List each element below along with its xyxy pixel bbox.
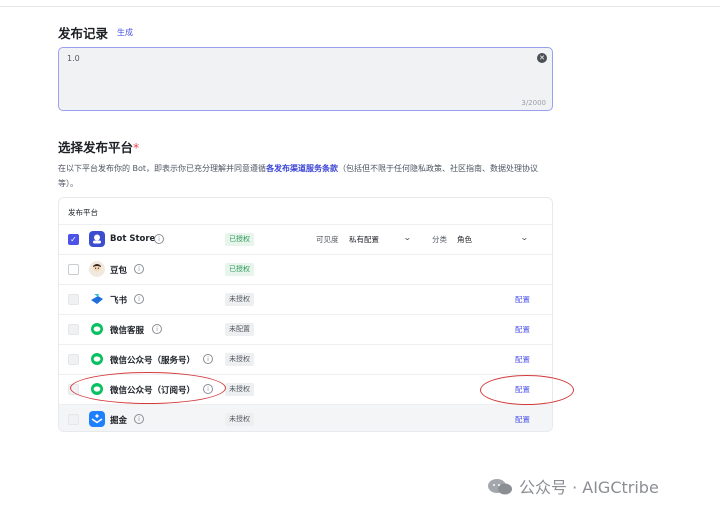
checkbox-feishu[interactable]: [68, 294, 79, 305]
platform-name: 微信公众号（订阅号）: [110, 386, 196, 396]
platform-name: 微信公众号（服务号）: [110, 356, 196, 366]
status-badge: 已授权: [225, 263, 254, 276]
category-label: 分类: [432, 235, 447, 244]
configure-link[interactable]: 配置: [515, 384, 530, 395]
checkbox-bot-store[interactable]: ✓: [68, 234, 79, 245]
platform-row-wechat-service: 微信客服 i 未配置 配置: [59, 314, 552, 344]
platform-name: 飞书: [110, 296, 128, 306]
release-notes-textarea[interactable]: 1.0 ✕ 3/2000: [58, 47, 553, 111]
status-badge: 已授权: [225, 233, 254, 246]
info-icon[interactable]: i: [154, 234, 164, 244]
select-platform-title: 选择发布平台*: [58, 137, 139, 156]
char-counter: 3/2000: [521, 99, 546, 107]
clear-icon[interactable]: ✕: [537, 53, 547, 63]
watermark-text: 公众号 · AIGCtribe: [519, 478, 659, 497]
release-notes-value: 1.0: [67, 54, 80, 63]
column-header-platform: 发布平台: [68, 208, 98, 217]
visibility-label: 可见度: [316, 235, 339, 244]
terms-description: 在以下平台发布你的 Bot，即表示你已充分理解并同意遵循各发布渠道服务条款（包括…: [58, 161, 558, 191]
checkbox-juejin[interactable]: [68, 414, 79, 425]
juejin-logo-icon: [89, 411, 105, 427]
platform-name: 豆包: [110, 266, 128, 276]
status-badge: 未授权: [225, 413, 254, 426]
configure-link[interactable]: 配置: [515, 354, 530, 365]
checkbox-wechat-oa-service[interactable]: [68, 354, 79, 365]
platform-row-wechat-oa-subscription: 微信公众号（订阅号） i 未授权 配置: [59, 374, 552, 404]
platform-name: 掘金: [110, 416, 128, 426]
terms-link[interactable]: 各发布渠道服务条款: [266, 164, 338, 173]
status-badge: 未授权: [225, 293, 254, 306]
watermark: 公众号 · AIGCtribe: [487, 474, 659, 498]
bot-store-logo-icon: [89, 231, 105, 247]
chevron-down-icon[interactable]: ⌄: [520, 233, 529, 242]
terms-text-pre: 在以下平台发布你的 Bot，即表示你已充分理解并同意遵循: [58, 164, 267, 173]
configure-link[interactable]: 配置: [515, 324, 530, 335]
wechat-logo-icon: [89, 381, 105, 397]
info-icon[interactable]: i: [203, 354, 213, 364]
checkbox-wechat-oa-subscription[interactable]: [68, 384, 79, 395]
feishu-logo-icon: [89, 291, 105, 307]
info-icon[interactable]: i: [152, 324, 162, 334]
info-icon[interactable]: i: [134, 264, 144, 274]
release-record-title: 发布记录: [58, 26, 109, 41]
configure-link[interactable]: 配置: [515, 294, 530, 305]
chevron-down-icon[interactable]: ⌄: [403, 233, 412, 242]
platform-table: 发布平台 ✓ Bot Store i 已授权 可见度 私有配置 ⌄ 分类 角色 …: [58, 197, 553, 432]
platform-name: 微信客服: [110, 326, 145, 336]
status-badge: 未授权: [225, 383, 254, 396]
wechat-logo-icon: [89, 351, 105, 367]
generate-link[interactable]: 生成: [117, 27, 133, 38]
configure-link[interactable]: 配置: [515, 414, 530, 425]
select-platform-title-text: 选择发布平台: [58, 140, 134, 155]
info-icon[interactable]: i: [134, 294, 144, 304]
platform-name: Bot Store: [110, 234, 156, 244]
platform-row-wechat-oa-service: 微信公众号（服务号） i 未授权 配置: [59, 344, 552, 374]
platform-row-juejin: 掘金 i 未授权 配置: [59, 404, 552, 431]
doubao-logo-icon: [89, 261, 105, 277]
checkbox-doubao[interactable]: [68, 264, 79, 275]
required-mark: *: [133, 140, 140, 155]
status-badge: 未授权: [225, 353, 254, 366]
visibility-select[interactable]: 私有配置: [349, 234, 379, 245]
top-divider: [0, 6, 720, 7]
checkbox-wechat-service[interactable]: [68, 324, 79, 335]
wechat-watermark-icon: [487, 478, 513, 496]
platform-row-doubao: 豆包 i 已授权: [59, 254, 552, 284]
wechat-logo-icon: [89, 321, 105, 337]
info-icon[interactable]: i: [203, 384, 213, 394]
platform-row-feishu: 飞书 i 未授权 配置: [59, 284, 552, 314]
platform-row-bot-store: ✓ Bot Store i 已授权 可见度 私有配置 ⌄ 分类 角色 ⌄: [59, 224, 552, 254]
info-icon[interactable]: i: [134, 414, 144, 424]
status-badge: 未配置: [225, 323, 254, 336]
category-select[interactable]: 角色: [457, 234, 472, 245]
